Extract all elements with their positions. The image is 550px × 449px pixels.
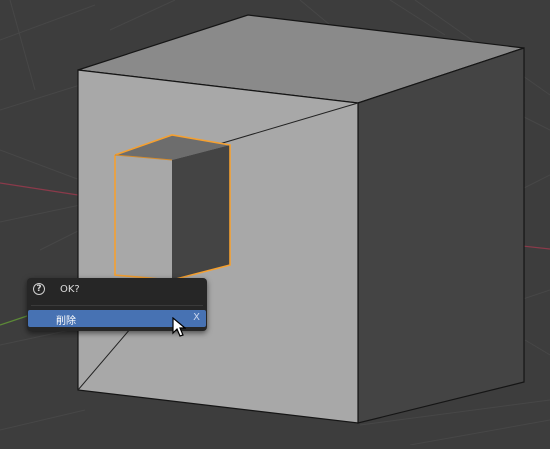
x-axis-line	[0, 182, 79, 196]
cube-right-face	[357, 47, 525, 424]
popup-header: ? OK?	[27, 278, 207, 302]
mouse-cursor-icon	[172, 317, 186, 337]
delete-label: 削除	[56, 316, 76, 327]
question-icon: ?	[33, 283, 45, 295]
popup-title: OK?	[60, 284, 80, 295]
hole-inner-left-face	[115, 155, 172, 280]
y-axis-line	[0, 314, 31, 326]
popup-divider	[31, 305, 203, 306]
hole-inner-right-face	[172, 145, 230, 280]
3d-viewport[interactable]	[0, 0, 550, 446]
viewport-scene	[0, 0, 550, 446]
shortcut-label: X	[193, 312, 200, 323]
